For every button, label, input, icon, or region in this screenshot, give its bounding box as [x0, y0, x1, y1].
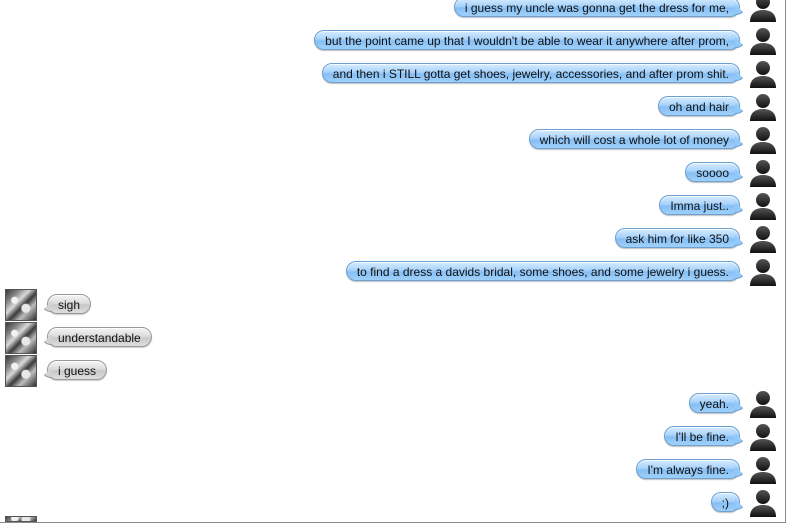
default-user-avatar-icon — [750, 127, 776, 154]
message-row-outgoing: Imma just.. — [0, 192, 785, 220]
message-row-incoming: i guess — [0, 355, 785, 387]
default-user-avatar-icon — [750, 226, 776, 253]
message-row-outgoing: yeah. — [0, 390, 785, 418]
message-row-outgoing: but the point came up that I wouldn't be… — [0, 27, 785, 55]
message-row-outgoing: i guess my uncle was gonna get the dress… — [0, 0, 785, 22]
message-row-outgoing: ;) — [0, 489, 785, 517]
message-bubble-outgoing: oh and hair — [657, 96, 740, 116]
message-bubble-outgoing: soooo — [685, 162, 740, 182]
message-bubble-outgoing: I'm always fine. — [636, 459, 740, 479]
contact-avatar-photo — [5, 516, 37, 522]
message-row-outgoing: oh and hair — [0, 93, 785, 121]
message-bubble-outgoing: ask him for like 350 — [614, 228, 740, 248]
default-user-avatar-icon — [750, 193, 776, 220]
default-user-avatar-icon — [750, 28, 776, 55]
default-user-avatar-icon — [750, 61, 776, 88]
message-row-incoming-partial — [0, 516, 785, 522]
message-row-outgoing: soooo — [0, 159, 785, 187]
message-bubble-outgoing: which will cost a whole lot of money — [528, 129, 740, 149]
message-row-incoming: sigh — [0, 289, 785, 321]
chat-transcript[interactable]: i guess my uncle was gonna get the dress… — [0, 0, 786, 523]
default-user-avatar-icon — [750, 391, 776, 418]
message-bubble-outgoing: ;) — [710, 492, 740, 512]
message-row-outgoing: to find a dress a davids bridal, some sh… — [0, 258, 785, 286]
message-row-outgoing: and then i STILL gotta get shoes, jewelr… — [0, 60, 785, 88]
default-user-avatar-icon — [750, 160, 776, 187]
message-row-outgoing: ask him for like 350 — [0, 225, 785, 253]
default-user-avatar-icon — [750, 0, 776, 22]
contact-avatar-photo — [5, 289, 37, 321]
message-bubble-outgoing: I'll be fine. — [664, 426, 740, 446]
message-bubble-incoming: understandable — [47, 327, 152, 347]
message-bubble-outgoing: i guess my uncle was gonna get the dress… — [453, 0, 740, 17]
message-bubble-incoming: sigh — [47, 294, 92, 314]
message-bubble-incoming: i guess — [47, 360, 108, 380]
message-bubble-outgoing: but the point came up that I wouldn't be… — [314, 30, 740, 50]
message-bubble-outgoing: Imma just.. — [659, 195, 740, 215]
contact-avatar-photo — [5, 322, 37, 354]
default-user-avatar-icon — [750, 94, 776, 121]
default-user-avatar-icon — [750, 424, 776, 451]
contact-avatar-photo — [5, 355, 37, 387]
message-bubble-outgoing: yeah. — [688, 393, 740, 413]
message-row-incoming: understandable — [0, 322, 785, 354]
message-bubble-outgoing: and then i STILL gotta get shoes, jewelr… — [321, 63, 740, 83]
message-row-outgoing: which will cost a whole lot of money — [0, 126, 785, 154]
default-user-avatar-icon — [750, 490, 776, 517]
message-row-outgoing: I'll be fine. — [0, 423, 785, 451]
default-user-avatar-icon — [750, 259, 776, 286]
default-user-avatar-icon — [750, 457, 776, 484]
message-row-outgoing: I'm always fine. — [0, 456, 785, 484]
message-bubble-outgoing: to find a dress a davids bridal, some sh… — [345, 261, 740, 281]
